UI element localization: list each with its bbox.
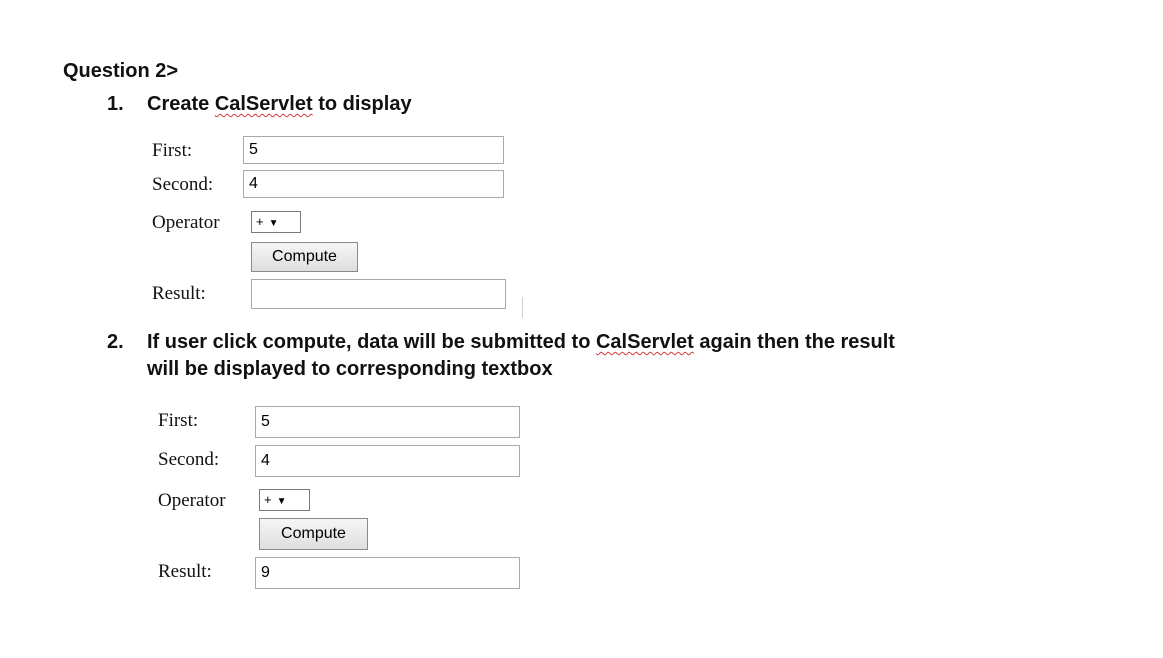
- spellcheck-flagged-word: CalServlet: [214, 93, 313, 115]
- second-row: Second: 4: [158, 445, 528, 477]
- second-label: Second:: [158, 449, 220, 470]
- list-item-text: Create CalServlet to display: [147, 91, 412, 117]
- result-input[interactable]: [251, 279, 506, 309]
- list-item-1: 1. Create CalServlet to display: [107, 91, 607, 117]
- compute-button[interactable]: Compute: [259, 518, 368, 550]
- result-label: Result:: [152, 283, 206, 304]
- second-input[interactable]: 4: [243, 170, 504, 198]
- first-input[interactable]: 5: [255, 406, 520, 438]
- second-input[interactable]: 4: [255, 445, 520, 477]
- cal-form-2: First: 5 Second: 4 Operator + ▼ Compute R…: [158, 406, 528, 591]
- first-row: First: 5: [152, 136, 512, 164]
- spellcheck-flagged-word: CalServlet: [595, 331, 694, 353]
- result-label: Result:: [158, 561, 212, 582]
- operator-select[interactable]: + ▼: [251, 211, 301, 233]
- first-label: First:: [152, 140, 193, 161]
- list-item-number: 2.: [107, 331, 124, 353]
- result-row: Result: 9: [158, 557, 528, 589]
- operator-label: Operator: [158, 490, 226, 511]
- first-input[interactable]: 5: [243, 136, 504, 164]
- compute-button[interactable]: Compute: [251, 242, 358, 272]
- list-item-text-line-1: If user click compute, data will be subm…: [147, 329, 895, 355]
- text-cursor: [522, 297, 523, 318]
- cal-form-1: First: 5 Second: 4 Operator + ▼ Compute R…: [152, 136, 512, 316]
- list-item-2: 2. If user click compute, data will be s…: [107, 329, 1117, 385]
- first-label: First:: [158, 410, 199, 431]
- second-label: Second:: [152, 174, 214, 195]
- operator-selected-value: +: [256, 214, 264, 229]
- result-row: Result:: [152, 279, 512, 309]
- result-input[interactable]: 9: [255, 557, 520, 589]
- second-row: Second: 4: [152, 170, 512, 198]
- operator-selected-value: +: [264, 492, 272, 507]
- chevron-down-icon: ▼: [268, 218, 279, 229]
- first-row: First: 5: [158, 406, 528, 438]
- operator-row: Operator + ▼: [152, 208, 512, 236]
- list-item-number: 1.: [107, 93, 124, 115]
- operator-row: Operator + ▼: [158, 486, 528, 514]
- text-segment: Create: [147, 93, 215, 115]
- chevron-down-icon: ▼: [276, 496, 287, 507]
- text-segment: again then the result: [693, 331, 895, 353]
- question-heading: Question 2>: [63, 60, 179, 82]
- list-item-text-line-2: will be displayed to corresponding textb…: [147, 358, 553, 380]
- text-segment: to display: [312, 93, 412, 115]
- operator-label: Operator: [152, 212, 220, 233]
- operator-select[interactable]: + ▼: [259, 489, 310, 511]
- text-segment: If user click compute, data will be subm…: [147, 331, 596, 353]
